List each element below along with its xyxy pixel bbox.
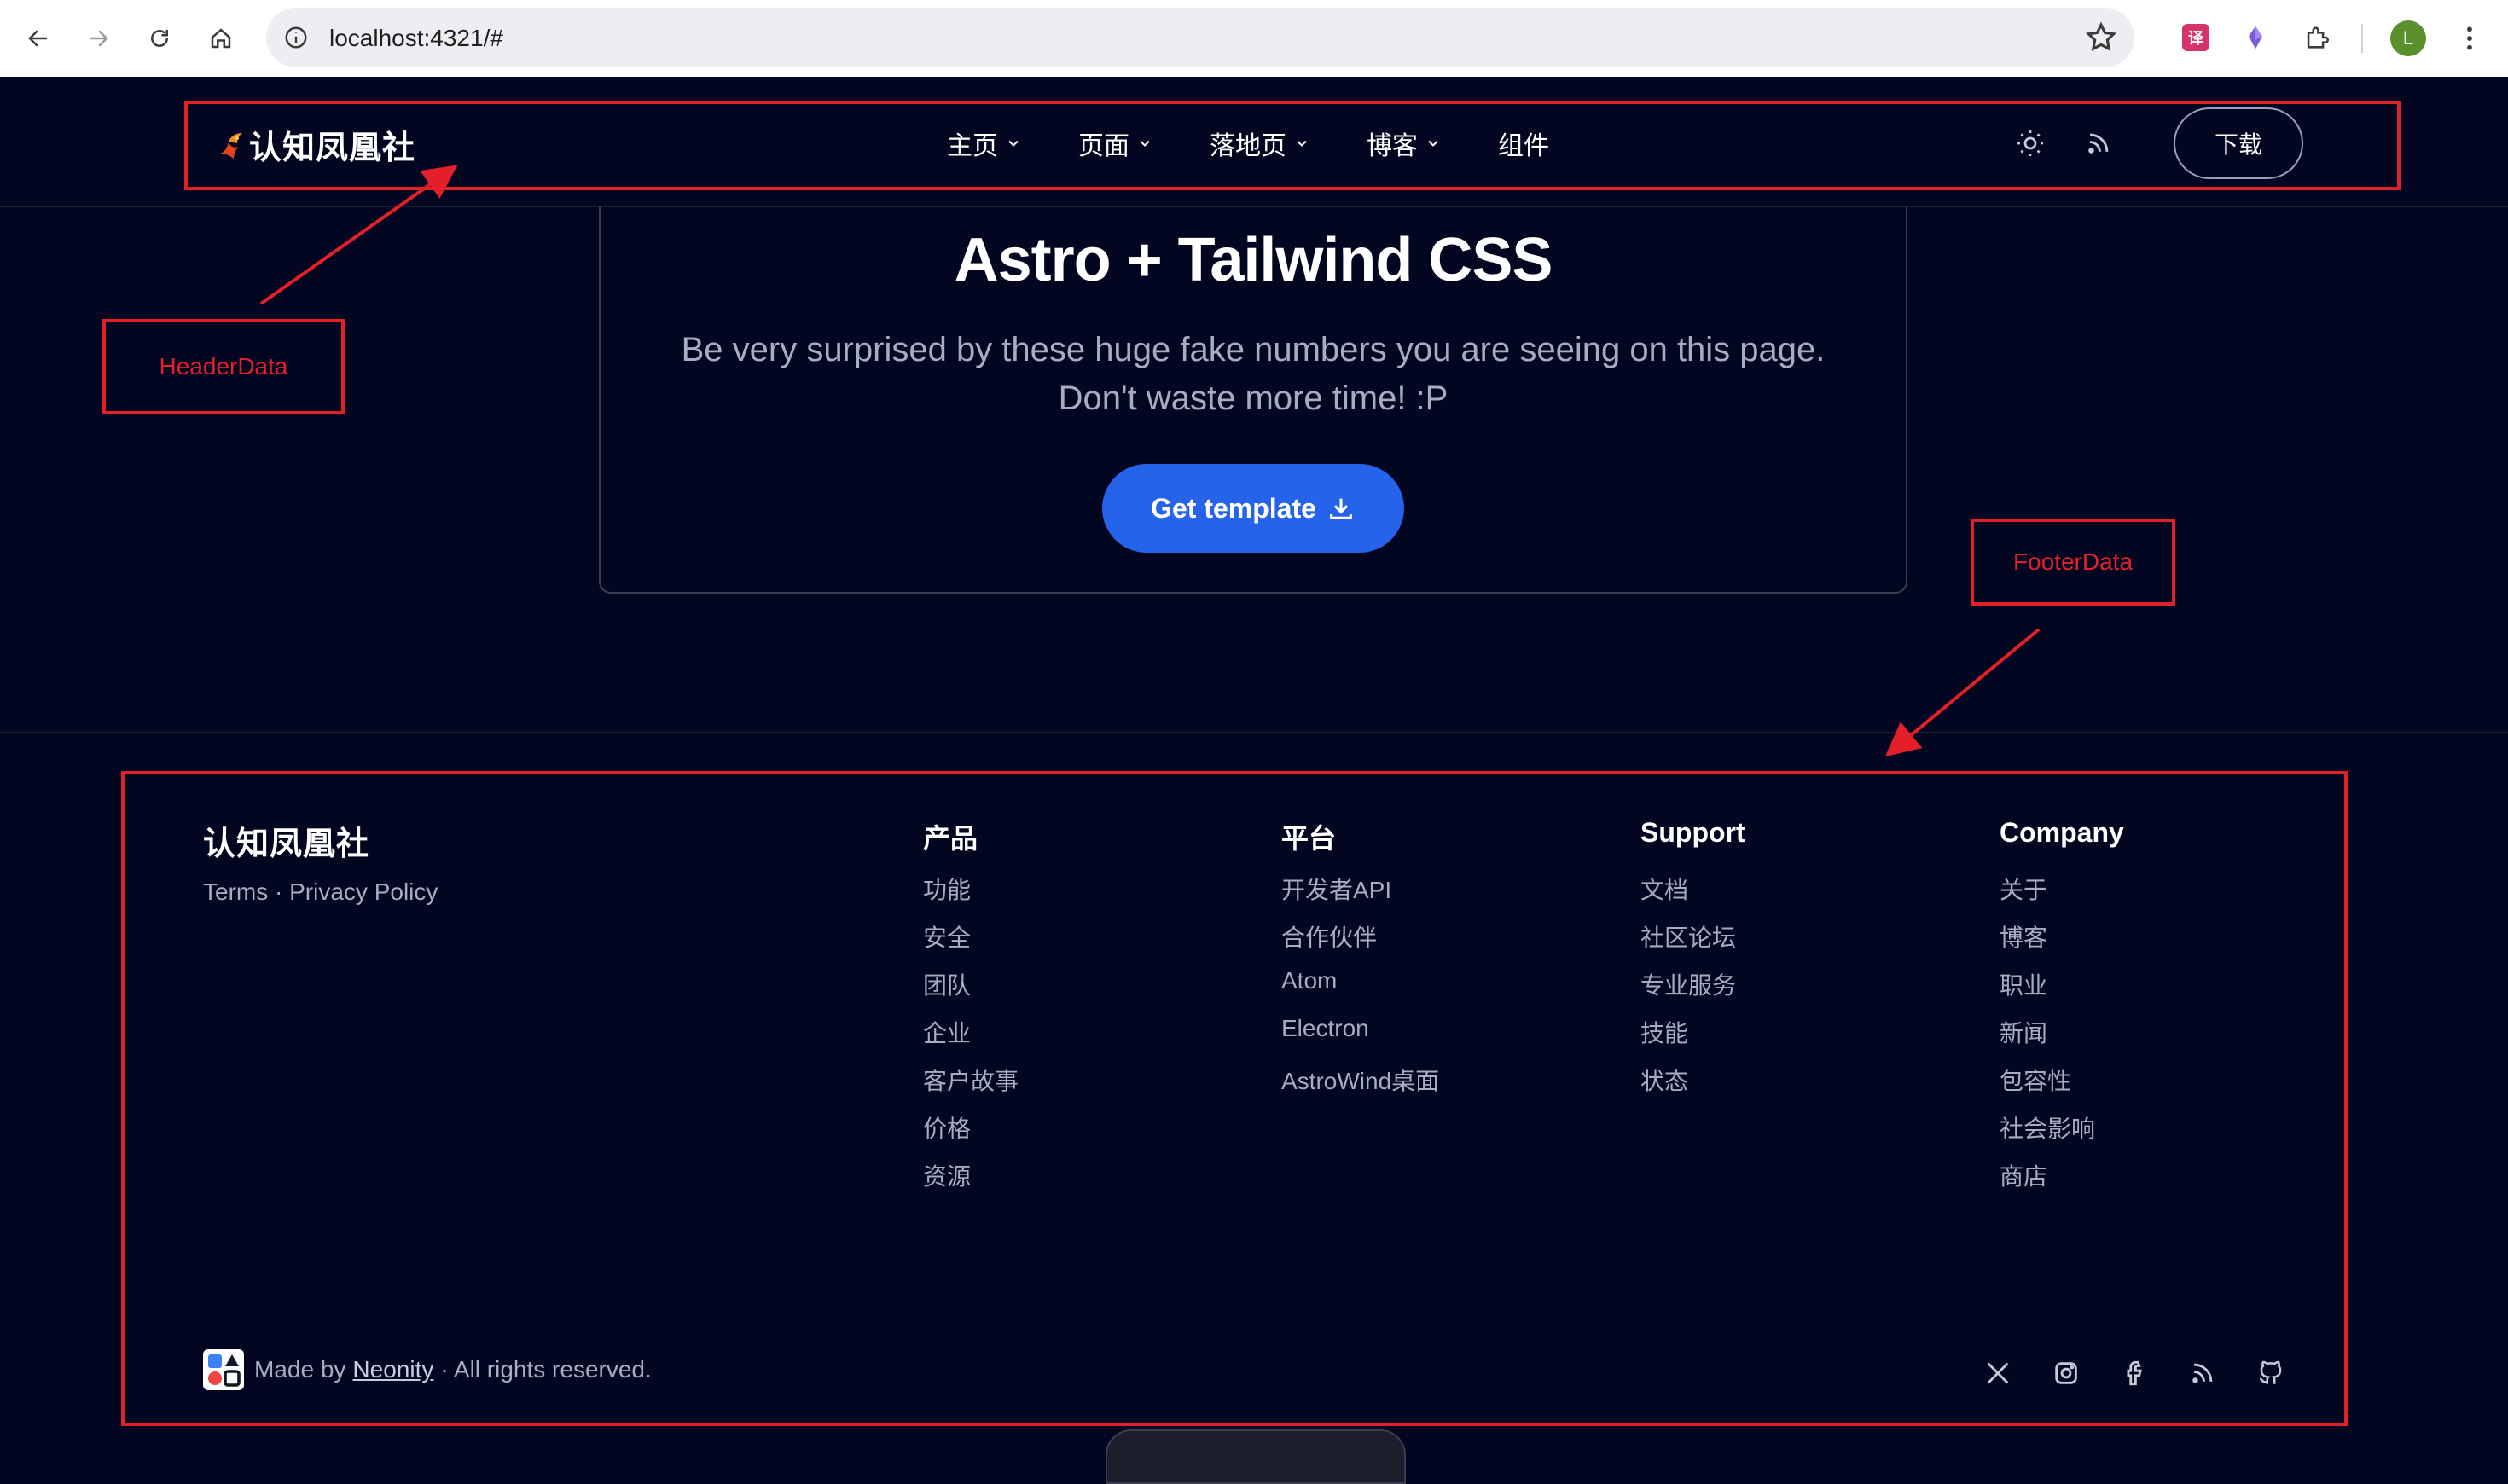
cta-subtitle: Be very surprised by these huge fake num… [601,326,1906,423]
extensions-puzzle-icon[interactable] [2298,19,2336,56]
gem-extension-icon[interactable] [2237,19,2274,56]
address-bar[interactable]: localhost:4321/# [266,8,2134,67]
footer-annotation-box [121,771,2348,1426]
url-text: localhost:4321/# [329,25,503,51]
cta-card: Astro + Tailwind CSS Be very surprised b… [599,206,1907,594]
back-icon[interactable] [19,19,58,58]
toolbar-divider [2361,24,2363,53]
footer-divider [0,732,2508,733]
dev-toolbar[interactable] [1106,1429,1406,1484]
get-template-button[interactable]: Get template [1102,464,1404,553]
footer-arrow [1884,628,2041,757]
reload-icon[interactable] [140,19,179,58]
home-icon[interactable] [201,19,241,58]
get-template-label: Get template [1151,492,1316,524]
header-annotation-label: HeaderData [102,319,345,414]
cta-subtitle-line: Be very surprised by these huge fake num… [681,331,1826,368]
footer-annotation-label: FooterData [1971,519,2175,606]
cta-title: Astro + Tailwind CSS [954,226,1553,294]
forward-icon[interactable] [78,19,118,58]
cta-subtitle-line: Don't waste more time! :P [1058,380,1448,417]
profile-avatar[interactable]: L [2390,20,2426,56]
bookmark-star-icon[interactable] [2083,20,2119,55]
browser-toolbar: localhost:4321/# 译 L [0,0,2508,78]
download-icon [1330,498,1352,519]
header-annotation-box [184,101,2401,190]
browser-menu-icon[interactable] [2457,20,2482,56]
site-info-icon[interactable] [280,21,312,54]
translate-extension-icon[interactable]: 译 [2177,19,2215,56]
